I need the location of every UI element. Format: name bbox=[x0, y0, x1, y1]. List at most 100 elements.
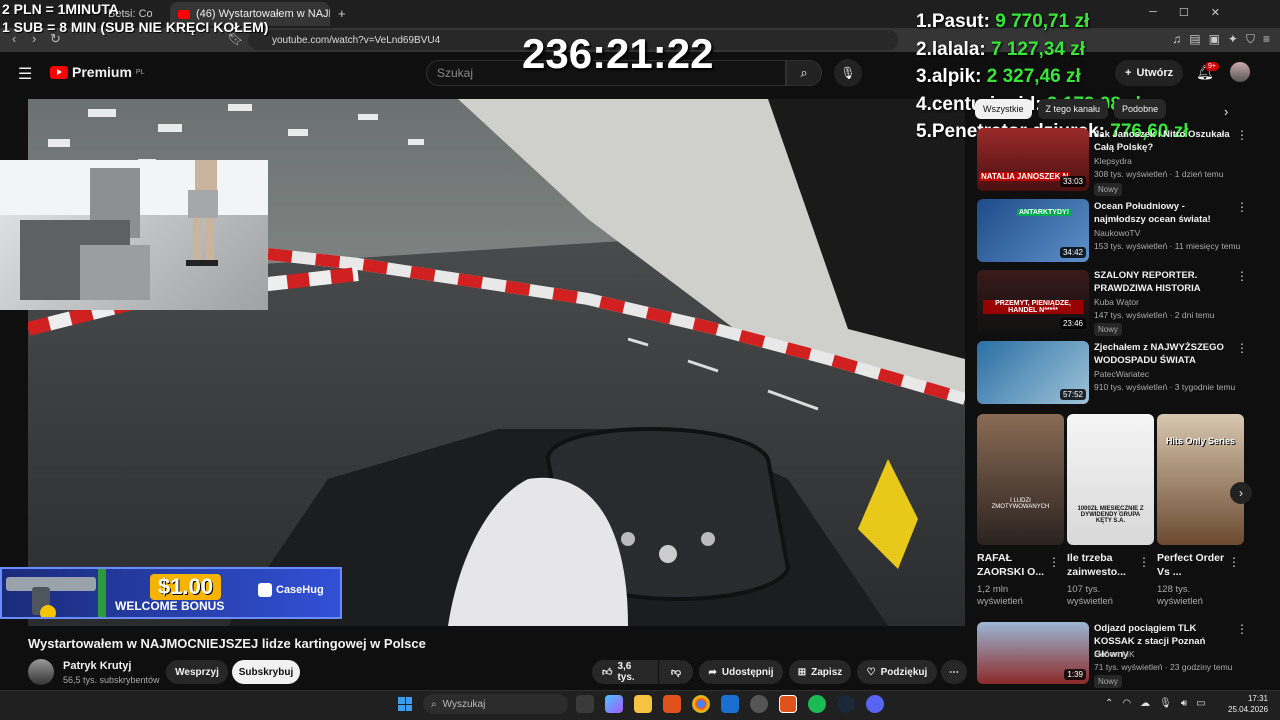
rec-menu-icon[interactable]: ⋮ bbox=[1236, 269, 1248, 283]
rec-title[interactable]: Zjechałem z NAJWYŻSZEGO WODOSPADU ŚWIATA bbox=[1094, 341, 1232, 367]
steam-icon[interactable] bbox=[837, 695, 855, 713]
video-duration: 34:42 bbox=[1059, 247, 1086, 258]
like-count: 3,6 tys. bbox=[617, 661, 635, 683]
extensions-icon[interactable]: ✦ bbox=[1228, 32, 1238, 47]
thumb-caption: NATALIA JANOSZEK N bbox=[979, 172, 1071, 181]
short-menu-icon[interactable]: ⋮ bbox=[1048, 555, 1060, 569]
file-explorer-icon[interactable] bbox=[634, 695, 652, 713]
leaderboard-entry: 2.lalala: 7 127,34 zł bbox=[916, 36, 1188, 64]
short-views: 1,2 mln wyświetleń bbox=[977, 584, 1023, 607]
thanks-button[interactable]: ♡ Podziękuj bbox=[857, 660, 937, 684]
short-title[interactable]: Ile trzeba zainwesto... bbox=[1067, 551, 1139, 579]
share-button[interactable]: ➦ Udostępnij bbox=[699, 660, 783, 684]
rec-channel[interactable]: Klepsydra bbox=[1094, 155, 1132, 168]
support-button[interactable]: Wesprzyj bbox=[166, 660, 228, 684]
obs-icon[interactable] bbox=[750, 695, 768, 713]
more-actions-button[interactable]: ⋯ bbox=[941, 660, 967, 684]
windows-start-icon[interactable] bbox=[398, 697, 412, 711]
rec-channel[interactable]: NaukowoTV bbox=[1094, 227, 1140, 240]
brave-icon[interactable] bbox=[663, 695, 681, 713]
channel-name[interactable]: Patryk Krutyj bbox=[63, 660, 131, 672]
rec-title[interactable]: Jak Janoszek i Nitro Oszukała Całą Polsk… bbox=[1094, 128, 1232, 154]
lb-rank: 4. bbox=[916, 93, 932, 115]
webcam-scene bbox=[0, 160, 268, 300]
taskbar-search[interactable]: ⌕ Wyszukaj bbox=[423, 694, 568, 714]
rec-menu-icon[interactable]: ⋮ bbox=[1236, 341, 1248, 355]
chip-label: Podobne bbox=[1122, 104, 1159, 114]
wallet-icon[interactable]: ▣ bbox=[1209, 32, 1220, 47]
subathon-timer: 236:21:22 bbox=[522, 30, 714, 77]
rec-title[interactable]: SZALONY REPORTER. PRAWDZIWA HISTORIA bbox=[1094, 269, 1232, 295]
rec-title[interactable]: Ocean Południowy - najmłodszy ocean świa… bbox=[1094, 200, 1232, 226]
short-thumbnail[interactable]: 1000ZŁ MIESIĘCZNIE Z DYWIDENDY GRUPA KĘT… bbox=[1067, 414, 1154, 545]
cloud-icon[interactable]: ☁ bbox=[1140, 698, 1150, 709]
bonus-text: WELCOME BONUS bbox=[115, 599, 225, 613]
short-menu-icon[interactable]: ⋮ bbox=[1228, 555, 1240, 569]
spotify-icon[interactable] bbox=[808, 695, 826, 713]
rec-menu-icon[interactable]: ⋮ bbox=[1236, 200, 1248, 214]
rec-thumbnail[interactable]: 1:39 bbox=[977, 622, 1089, 684]
copilot-icon[interactable] bbox=[605, 695, 623, 713]
short-thumbnail[interactable]: I LUDZI ZMOTYWOWANYCH bbox=[977, 414, 1064, 545]
chip-similar[interactable]: Podobne bbox=[1114, 99, 1167, 119]
wifi-icon[interactable]: ◠ bbox=[1122, 698, 1131, 709]
hamburger-menu-icon[interactable]: ☰ bbox=[18, 64, 32, 84]
rec-menu-icon[interactable]: ⋮ bbox=[1236, 622, 1248, 636]
dislike-button[interactable]: 👎︎ bbox=[659, 660, 693, 684]
short-thumbnail[interactable]: Hits Only Series bbox=[1157, 414, 1244, 545]
short-title[interactable]: Perfect Order Vs ... bbox=[1157, 551, 1229, 579]
short-title[interactable]: RAFAŁ ZAORSKI O... bbox=[977, 551, 1049, 579]
voice-search-button[interactable]: 🎙︎ bbox=[834, 59, 862, 87]
video-duration: 23:46 bbox=[1059, 318, 1086, 329]
new-badge: Nowy bbox=[1094, 675, 1123, 688]
battery-icon[interactable]: ▭ bbox=[1196, 698, 1205, 709]
donation-rates-overlay: 2 PLN = 1MINUTA 1 SUB = 8 MIN (SUB NIE K… bbox=[2, 0, 268, 36]
close-window-icon[interactable]: ✕ bbox=[1211, 6, 1220, 19]
chips-next-icon[interactable]: › bbox=[1224, 104, 1228, 119]
discord-icon[interactable] bbox=[866, 695, 884, 713]
rec-thumbnail[interactable]: PRZEMYT, PIENIĄDZE, HANDEL N***** 23:46 bbox=[977, 270, 1089, 333]
account-avatar[interactable] bbox=[1230, 62, 1250, 82]
store-icon[interactable] bbox=[721, 695, 739, 713]
tray-overflow-icon[interactable]: ⌃ bbox=[1105, 698, 1113, 709]
youtube-logo[interactable]: Premium PL bbox=[50, 64, 144, 80]
shorts-next-button[interactable]: › bbox=[1230, 482, 1252, 504]
rec-thumbnail[interactable]: NATALIA JANOSZEK N 33:03 bbox=[977, 128, 1089, 191]
like-button[interactable]: 👍︎ 3,6 tys. bbox=[592, 660, 658, 684]
chip-channel[interactable]: Z tego kanału bbox=[1037, 99, 1109, 119]
chrome-icon[interactable] bbox=[692, 695, 710, 713]
volume-icon[interactable]: 🔊︎ bbox=[1181, 698, 1187, 709]
rec-thumbnail[interactable]: ANTARKTYDY! 34:42 bbox=[977, 199, 1089, 262]
microphone-icon[interactable]: 🎙︎ bbox=[1159, 698, 1172, 709]
search-button[interactable]: ⌕ bbox=[786, 60, 822, 86]
donation-leaderboard: 1.Pasut: 9 770,71 zł 2.lalala: 7 127,34 … bbox=[916, 8, 1188, 146]
save-button[interactable]: ⊞ Zapisz bbox=[789, 660, 851, 684]
lb-rank: 1. bbox=[916, 11, 932, 32]
microphone-icon: 🎙︎ bbox=[840, 66, 856, 80]
subscribe-button[interactable]: Subskrybuj bbox=[232, 660, 300, 684]
chip-all[interactable]: Wszystkie bbox=[975, 99, 1032, 119]
task-view-icon[interactable] bbox=[576, 695, 594, 713]
channel-avatar[interactable] bbox=[28, 659, 54, 685]
new-tab-button[interactable]: + bbox=[338, 6, 346, 21]
short-menu-icon[interactable]: ⋮ bbox=[1138, 555, 1150, 569]
rec-channel[interactable]: Hubert MK bbox=[1094, 648, 1135, 661]
thumb-caption: ANTARKTYDY! bbox=[1017, 209, 1072, 216]
shield-icon[interactable]: ⛉ bbox=[1246, 32, 1255, 47]
menu-icon[interactable]: ≡ bbox=[1263, 32, 1270, 47]
rec-thumbnail[interactable]: 57:52 bbox=[977, 341, 1089, 404]
rec-channel[interactable]: Kuba Wątor bbox=[1094, 296, 1139, 309]
rec-menu-icon[interactable]: ⋮ bbox=[1236, 128, 1248, 142]
brave-active-icon[interactable] bbox=[779, 695, 797, 713]
taskbar-clock[interactable]: 17:31 25.04.2026 bbox=[1228, 693, 1268, 715]
url-text: youtube.com/watch?v=VeLnd69BVU4 bbox=[272, 34, 441, 46]
subscribe-label: Subskrybuj bbox=[238, 666, 294, 678]
save-label: Zapisz bbox=[811, 666, 843, 678]
casehug-logo: CaseHug bbox=[258, 583, 324, 597]
lb-rank: 5. bbox=[916, 121, 932, 142]
rec-channel[interactable]: PatecWariatec bbox=[1094, 368, 1149, 381]
sidebar-icon[interactable]: ▤ bbox=[1189, 32, 1200, 47]
subscriber-count: 56,5 tys. subskrybentów bbox=[63, 675, 160, 685]
short-views: 107 tys. wyświetleń bbox=[1067, 584, 1113, 607]
filter-chips: Wszystkie Z tego kanału Podobne bbox=[975, 99, 1167, 119]
